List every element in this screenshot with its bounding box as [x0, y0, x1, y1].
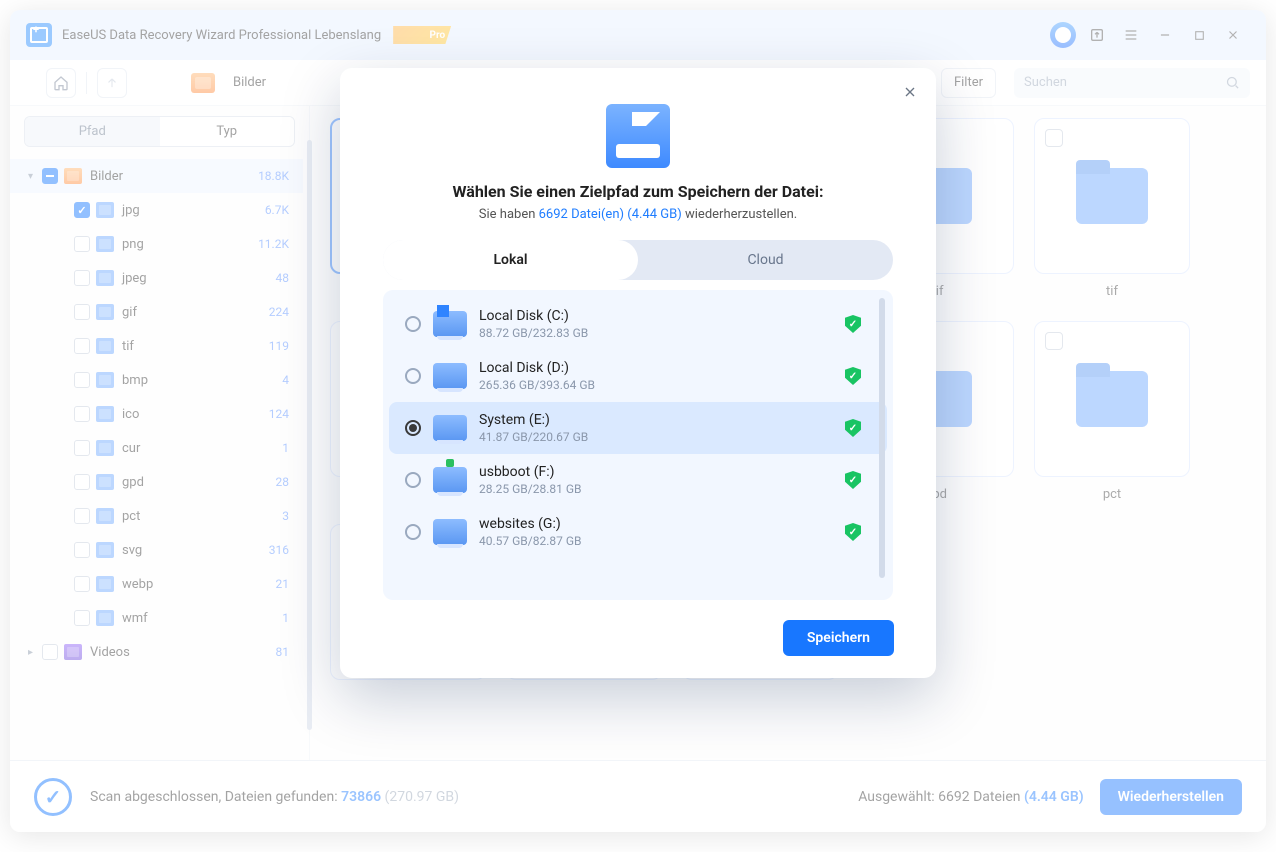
modal-subtitle: Sie haben 6692 Datei(en) (4.44 GB) wiede… [479, 207, 797, 222]
disk-size: 265.36 GB/393.64 GB [479, 378, 833, 392]
disk-row[interactable]: websites (G:) 40.57 GB/82.87 GB [389, 506, 887, 558]
disk-list[interactable]: Local Disk (C:)88.72 GB/232.83 GBLocal D… [383, 290, 893, 600]
save-icon [606, 104, 670, 168]
disk-texts: usbboot (F:) 28.25 GB/28.81 GB [479, 464, 833, 496]
disk-icon [433, 467, 467, 493]
disk-name: websites (G:) [479, 516, 833, 532]
disk-radio[interactable] [405, 472, 421, 488]
shield-icon [845, 523, 861, 541]
disk-icon [433, 363, 467, 389]
modal-title: Wählen Sie einen Zielpfad zum Speichern … [453, 182, 824, 201]
disk-texts: websites (G:) 40.57 GB/82.87 GB [479, 516, 833, 548]
save-button[interactable]: Speichern [783, 620, 894, 656]
disk-size: 28.25 GB/28.81 GB [479, 482, 833, 496]
disk-texts: System (E:) 41.87 GB/220.67 GB [479, 412, 833, 444]
shield-icon [845, 471, 861, 489]
disk-name: usbboot (F:) [479, 464, 833, 480]
disk-row[interactable]: usbboot (F:) 28.25 GB/28.81 GB [389, 454, 887, 506]
disk-row[interactable]: System (E:) 41.87 GB/220.67 GB [389, 402, 887, 454]
disk-row[interactable]: Local Disk (C:) 88.72 GB/232.83 GB [389, 298, 887, 350]
save-location-modal: Wählen Sie einen Zielpfad zum Speichern … [340, 68, 936, 678]
disk-texts: Local Disk (D:) 265.36 GB/393.64 GB [479, 360, 833, 392]
shield-icon [845, 367, 861, 385]
disk-size: 88.72 GB/232.83 GB [479, 326, 833, 340]
disk-radio[interactable] [405, 316, 421, 332]
modal-overlay: Wählen Sie einen Zielpfad zum Speichern … [10, 10, 1266, 832]
disk-icon [433, 415, 467, 441]
disk-radio[interactable] [405, 420, 421, 436]
disk-name: Local Disk (D:) [479, 360, 833, 376]
disk-icon [433, 311, 467, 337]
disk-name: System (E:) [479, 412, 833, 428]
disk-size: 40.57 GB/82.87 GB [479, 534, 833, 548]
disk-texts: Local Disk (C:) 88.72 GB/232.83 GB [479, 308, 833, 340]
disk-name: Local Disk (C:) [479, 308, 833, 324]
disk-icon [433, 519, 467, 545]
disk-size: 41.87 GB/220.67 GB [479, 430, 833, 444]
shield-icon [845, 315, 861, 333]
modal-tabs[interactable]: Lokal Cloud [383, 240, 893, 280]
modal-close-button[interactable] [898, 80, 922, 104]
disk-row[interactable]: Local Disk (D:) 265.36 GB/393.64 GB [389, 350, 887, 402]
shield-icon [845, 419, 861, 437]
disk-radio[interactable] [405, 524, 421, 540]
disk-radio[interactable] [405, 368, 421, 384]
tab-local[interactable]: Lokal [383, 240, 638, 280]
tab-cloud[interactable]: Cloud [638, 240, 893, 280]
